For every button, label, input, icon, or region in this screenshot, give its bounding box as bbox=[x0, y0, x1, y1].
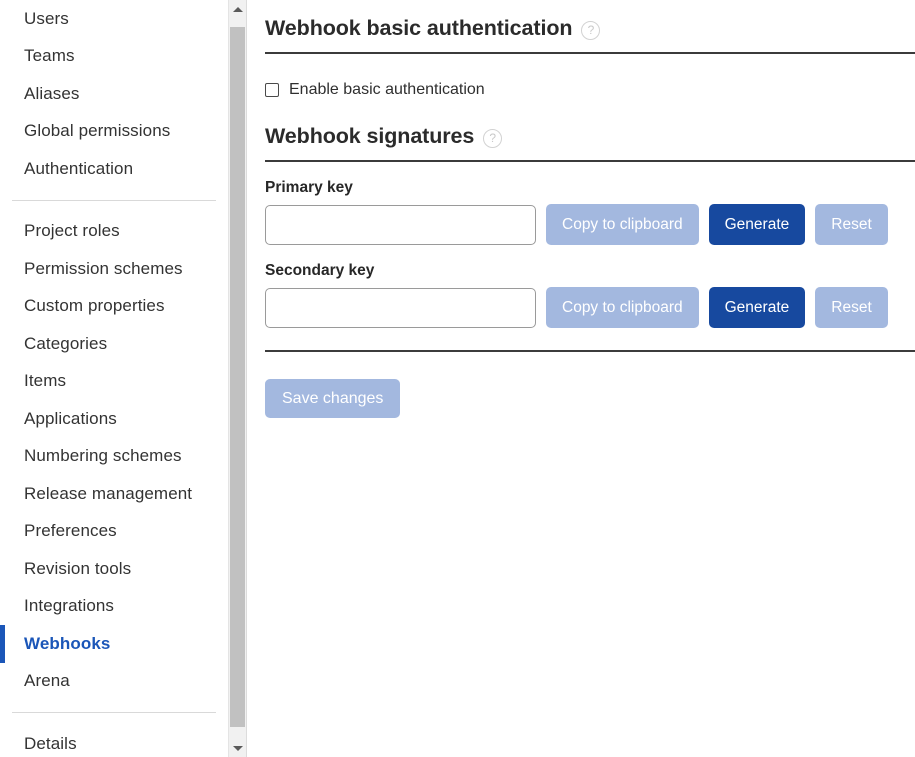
scroll-down-arrow-icon bbox=[232, 745, 243, 751]
sidebar-item-label: Applications bbox=[24, 408, 117, 428]
primary-reset-button[interactable]: Reset bbox=[815, 204, 888, 245]
sidebar-item-label: Revision tools bbox=[24, 558, 132, 578]
sidebar-item-label: Integrations bbox=[24, 596, 115, 616]
sidebar-item-label: Permission schemes bbox=[24, 258, 183, 278]
sidebar-scrollbar[interactable] bbox=[228, 0, 246, 757]
sidebar-item-label: Categories bbox=[24, 333, 108, 353]
secondary-key-label: Secondary key bbox=[265, 262, 375, 279]
sidebar: Users Teams Aliases Global permissions A… bbox=[0, 0, 247, 757]
sidebar-item-label: Aliases bbox=[24, 83, 80, 103]
sidebar-item-label: Numbering schemes bbox=[24, 446, 182, 466]
secondary-generate-button[interactable]: Generate bbox=[708, 287, 806, 328]
sidebar-item-integrations[interactable]: Integrations bbox=[0, 588, 228, 626]
basic-auth-title: Webhook basic authentication bbox=[265, 16, 573, 40]
primary-key-row: Copy to clipboard Generate Reset bbox=[265, 204, 915, 245]
scrollbar-thumb[interactable] bbox=[230, 27, 245, 727]
sidebar-item-label: Users bbox=[24, 8, 69, 28]
sidebar-item-global-permissions[interactable]: Global permissions bbox=[0, 113, 228, 151]
sidebar-item-items[interactable]: Items bbox=[0, 363, 228, 401]
sidebar-item-custom-properties[interactable]: Custom properties bbox=[0, 288, 228, 326]
sidebar-item-label: Preferences bbox=[24, 521, 117, 541]
sidebar-item-authentication[interactable]: Authentication bbox=[0, 150, 228, 188]
sidebar-divider bbox=[12, 199, 216, 201]
sidebar-item-preferences[interactable]: Preferences bbox=[0, 513, 228, 551]
sidebar-item-release-management[interactable]: Release management bbox=[0, 475, 228, 513]
primary-key-input[interactable] bbox=[265, 204, 536, 245]
sidebar-item-applications[interactable]: Applications bbox=[0, 400, 228, 438]
enable-basic-auth-label: Enable basic authentication bbox=[289, 81, 485, 98]
sidebar-item-permission-schemes[interactable]: Permission schemes bbox=[0, 250, 228, 288]
sidebar-divider bbox=[12, 712, 216, 713]
sidebar-item-label: Webhooks bbox=[24, 633, 111, 653]
primary-copy-to-clipboard-button[interactable]: Copy to clipboard bbox=[546, 204, 699, 245]
scroll-down-button[interactable] bbox=[229, 739, 246, 757]
sidebar-item-aliases[interactable]: Aliases bbox=[0, 75, 228, 113]
sidebar-item-label: Global permissions bbox=[24, 121, 171, 141]
sidebar-item-teams[interactable]: Teams bbox=[0, 38, 228, 76]
scroll-up-arrow-icon bbox=[232, 6, 243, 12]
save-changes-row: Save changes bbox=[265, 352, 915, 418]
primary-key-label: Primary key bbox=[265, 179, 353, 196]
sidebar-item-label: Authentication bbox=[24, 158, 134, 178]
sidebar-item-details[interactable]: Details bbox=[0, 725, 228, 757]
sidebar-item-numbering-schemes[interactable]: Numbering schemes bbox=[0, 438, 228, 476]
sidebar-item-project-roles[interactable]: Project roles bbox=[0, 213, 228, 251]
sidebar-item-label: Teams bbox=[24, 46, 75, 66]
help-icon[interactable]: ? bbox=[581, 20, 601, 40]
basic-auth-section-header: Webhook basic authentication ? bbox=[265, 0, 915, 54]
sidebar-item-users[interactable]: Users bbox=[0, 0, 228, 38]
active-indicator bbox=[0, 625, 5, 663]
webhooks-settings-page: Users Teams Aliases Global permissions A… bbox=[0, 0, 915, 757]
sidebar-item-categories[interactable]: Categories bbox=[0, 325, 228, 363]
signatures-section-header: Webhook signatures ? bbox=[265, 108, 915, 162]
secondary-key-input[interactable] bbox=[265, 287, 536, 328]
secondary-reset-button[interactable]: Reset bbox=[815, 287, 888, 328]
enable-basic-auth-row[interactable]: Enable basic authentication bbox=[265, 54, 915, 108]
sidebar-item-label: Arena bbox=[24, 671, 70, 691]
sidebar-item-label: Custom properties bbox=[24, 296, 165, 316]
sidebar-item-revision-tools[interactable]: Revision tools bbox=[0, 550, 228, 588]
help-icon[interactable]: ? bbox=[483, 128, 503, 148]
enable-basic-auth-checkbox[interactable] bbox=[265, 83, 279, 97]
scroll-up-button[interactable] bbox=[229, 0, 246, 18]
sidebar-item-webhooks[interactable]: Webhooks bbox=[0, 625, 228, 663]
main-content: Webhook basic authentication ? Enable ba… bbox=[247, 0, 915, 757]
primary-generate-button[interactable]: Generate bbox=[708, 204, 806, 245]
sidebar-item-label: Items bbox=[24, 371, 67, 391]
sidebar-item-arena[interactable]: Arena bbox=[0, 663, 228, 701]
sidebar-item-label: Release management bbox=[24, 483, 193, 503]
sidebar-item-label: Details bbox=[24, 733, 77, 753]
secondary-copy-to-clipboard-button[interactable]: Copy to clipboard bbox=[546, 287, 699, 328]
signatures-title: Webhook signatures bbox=[265, 124, 475, 148]
save-changes-button[interactable]: Save changes bbox=[265, 379, 401, 418]
secondary-key-row: Copy to clipboard Generate Reset bbox=[265, 287, 915, 328]
sidebar-nav-list: Users Teams Aliases Global permissions A… bbox=[0, 0, 228, 757]
sidebar-item-label: Project roles bbox=[24, 221, 120, 241]
